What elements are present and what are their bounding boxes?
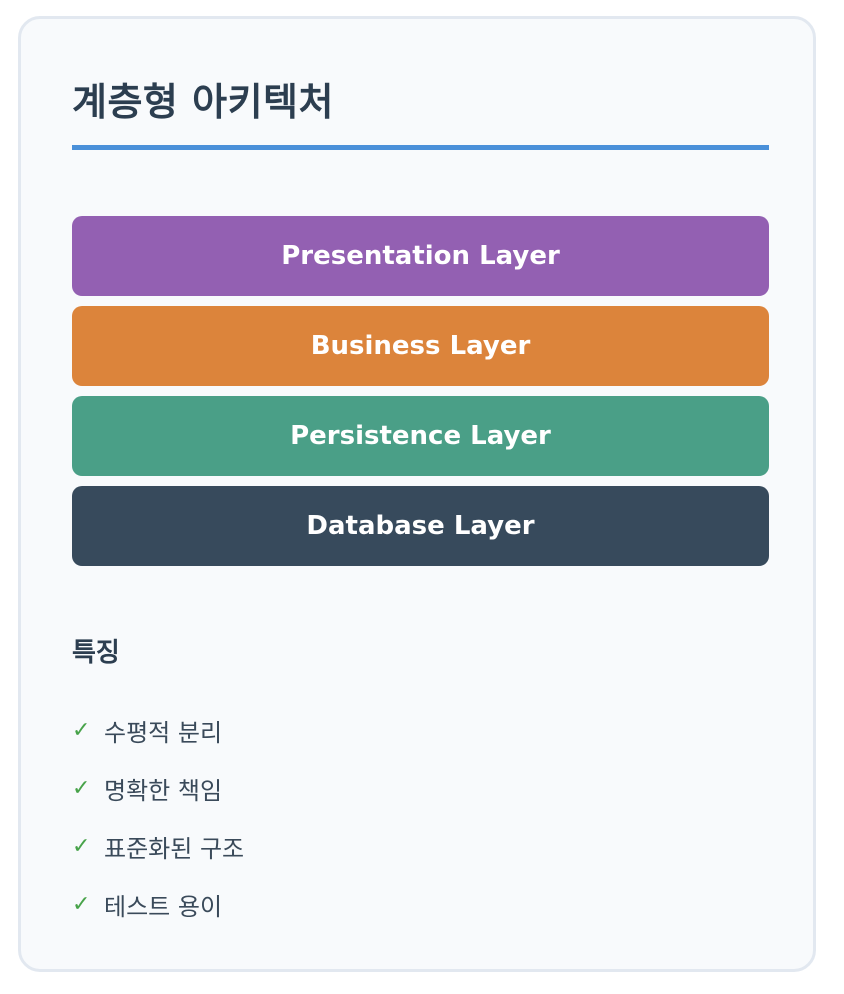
- feature-item: ✓ 명확한 책임: [72, 759, 244, 817]
- check-icon: ✓: [72, 775, 91, 801]
- features-list: ✓ 수평적 분리 ✓ 명확한 책임 ✓ 표준화된 구조 ✓ 테스트 용이: [72, 701, 244, 933]
- check-icon: ✓: [72, 891, 91, 917]
- feature-item: ✓ 수평적 분리: [72, 701, 244, 759]
- check-icon: ✓: [72, 833, 91, 859]
- feature-item: ✓ 테스트 용이: [72, 875, 244, 933]
- business-layer-block: Business Layer: [72, 306, 769, 386]
- persistence-layer-block: Persistence Layer: [72, 396, 769, 476]
- database-layer-block: Database Layer: [72, 486, 769, 566]
- features-heading: 특징: [72, 638, 120, 668]
- presentation-layer-block: Presentation Layer: [72, 216, 769, 296]
- feature-label: 테스트 용이: [104, 892, 223, 921]
- architecture-card: 계층형 아키텍처 Presentation Layer Business Lay…: [18, 16, 816, 972]
- layer-stack: Presentation Layer Business Layer Persis…: [72, 216, 769, 576]
- title-underline: [72, 145, 769, 150]
- feature-label: 표준화된 구조: [104, 834, 245, 863]
- feature-label: 명확한 책임: [104, 776, 223, 805]
- feature-label: 수평적 분리: [104, 718, 223, 747]
- page-title: 계층형 아키텍처: [72, 80, 334, 124]
- feature-item: ✓ 표준화된 구조: [72, 817, 244, 875]
- check-icon: ✓: [72, 717, 91, 743]
